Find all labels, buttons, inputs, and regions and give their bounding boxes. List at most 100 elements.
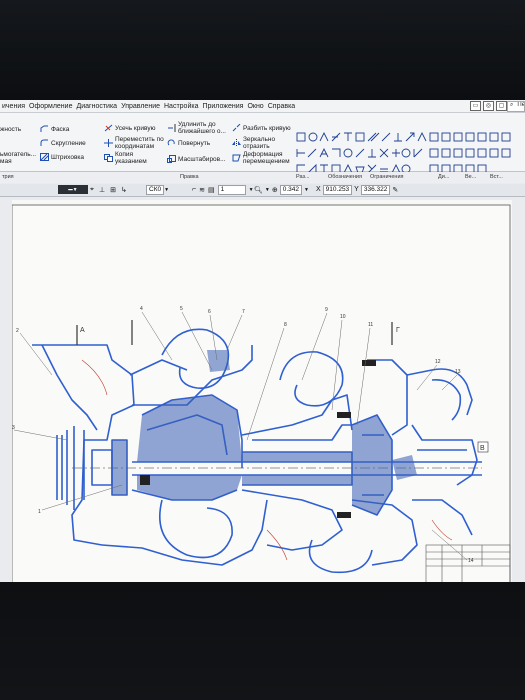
grid-toggle-icon[interactable]: ⊞ [110,186,116,194]
ortho-icon[interactable]: ⊥ [99,186,105,194]
zerkalno-button[interactable]: Зеркально отразить [232,136,294,150]
ribbon-cmd-partial-1[interactable]: жность [0,126,21,133]
pencil-icon[interactable]: ✎ [392,186,398,194]
line-tool-icon[interactable] [381,132,391,142]
chevron-down-icon: ▼ [304,186,309,193]
balloon-icon[interactable] [441,148,451,158]
report-tool-icon[interactable] [501,132,511,142]
udlinit-button[interactable]: Удлинить до ближайшего о... [167,121,233,135]
caret-tool-icon[interactable] [417,131,427,142]
dimension-linear-icon[interactable] [296,149,305,157]
leader-number-5: 5 [180,306,183,312]
table-tool-icon[interactable] [355,132,365,142]
perpendicular-tool-icon[interactable] [344,132,352,141]
chevron-down-icon: ▼ [264,186,270,193]
chevron-down-icon: ▼ [164,186,170,193]
window-buttons: ▭ ◎ ▢ [470,101,507,111]
ribbon-cmd-partial-2[interactable]: ьмогатель... мая [0,151,36,165]
dimension-radius-icon[interactable] [355,148,365,158]
library-tool-icon[interactable] [489,132,499,142]
group-label-vst[interactable]: Вст... [490,174,503,180]
turbocharger-section-drawing: 2 3 1 4 5 6 7 8 9 10 11 12 13 14 А Г В [12,204,511,582]
spec-tool-icon[interactable] [465,132,475,142]
roughness-icon[interactable] [413,148,423,158]
macro-icon[interactable] [501,148,511,158]
zoom-window-icon[interactable]: 🔍︎ [254,186,263,194]
text-block-icon[interactable] [453,148,463,158]
coordinate-system-icon[interactable]: ↳ [121,186,127,194]
group-label-oboznacheniya[interactable]: Обозначения [328,174,362,180]
fragment-icon[interactable] [489,148,499,158]
leader-number-8: 8 [284,322,287,328]
cad-application-window: ичения Оформление Диагностика Управление… [0,100,525,582]
zoom-field[interactable]: 0.342 [279,184,302,195]
faska-button[interactable]: Фаска [40,125,69,133]
group-label-geometriya: трия [2,174,14,180]
group-label-ogranicheniya[interactable]: Ограничения [370,174,404,180]
settings-icon[interactable]: ◎ [483,101,494,111]
deformaciya-button[interactable]: Деформация перемещением [232,151,294,165]
search-box[interactable]: ⌕ Пе [507,101,525,112]
minimize-icon[interactable]: ▭ [470,101,481,111]
menu-item-nastroyka[interactable]: Настройка [162,103,200,110]
group-label-ve[interactable]: Ве... [465,174,476,180]
center-mark-icon[interactable] [392,149,400,157]
razbit-button[interactable]: Разбить кривую [232,124,291,132]
slope-tool-icon[interactable] [367,132,380,142]
dimension-angle-icon[interactable] [319,147,329,158]
povernut-button[interactable]: Повернуть [167,139,210,147]
angle-tool-icon[interactable] [319,131,329,142]
menu-item-okno[interactable]: Окно [245,103,265,110]
usech-krivuyu-button[interactable]: Усечь кривую [104,124,155,132]
base-mark-icon[interactable] [368,149,376,158]
group-label-di[interactable]: Ди... [438,174,449,180]
position-icon[interactable] [401,148,411,158]
menu-item-oformlenie[interactable]: Оформление [27,103,74,110]
move-icon [104,139,113,147]
y-coordinate-field[interactable]: 336.322 [360,184,391,195]
x-coordinate-field[interactable]: 910.253 [322,184,353,195]
drawing-canvas[interactable]: 2 3 1 4 5 6 7 8 9 10 11 12 13 14 А Г В [12,200,512,582]
style-dropdown[interactable]: ━ ▼ [58,185,88,194]
scale-icon [167,155,176,163]
tolerance-icon[interactable] [429,148,439,158]
window-icon[interactable]: ▢ [496,101,507,111]
leader-number-9: 9 [325,307,328,313]
circle-tool-icon[interactable] [308,132,318,142]
sheet-tool-icon[interactable] [453,132,463,142]
masshtab-button[interactable]: Масштабиров... [167,155,226,163]
table-insert-icon[interactable] [465,148,475,158]
menu-item-prilozheniya[interactable]: Приложения [200,103,245,110]
zoom-icon[interactable]: ⊕ [272,186,278,194]
menu-item-truncated[interactable]: ичения [0,103,27,110]
cs-field[interactable]: СК0 ▼ [146,184,170,195]
insert-tool-icon[interactable] [477,132,487,142]
skruglenie-button[interactable]: Скругление [40,139,86,147]
peremestit-button[interactable]: Переместить по координатам [104,136,166,150]
menu-item-diagnostika[interactable]: Диагностика [74,103,119,110]
menu-item-upravlenie[interactable]: Управление [119,103,162,110]
kopiya-button[interactable]: Копия указанием [104,151,166,165]
curve-icon[interactable]: ⌐ [192,186,196,193]
view-tool-icon[interactable] [429,132,439,142]
dimension-ordinate-icon[interactable] [332,148,341,157]
arrow-tool-icon[interactable] [405,132,415,142]
image-insert-icon[interactable] [477,148,487,158]
cut-line-icon[interactable] [379,148,389,158]
chamfer-icon [40,125,49,133]
dimension-aligned-icon[interactable] [307,148,317,158]
layers-icon[interactable]: ≋ [199,186,205,194]
layer-stack-icon[interactable]: ▤ [208,186,215,194]
dimension-diameter-icon[interactable] [343,148,353,158]
ribbon-group-strip: трия Правка Раз... Обозначения Ограничен… [0,172,525,183]
parallel-tool-icon[interactable] [331,132,341,142]
snap-icon[interactable]: ⌖ [90,186,94,194]
shtrikhovka-button[interactable]: Штриховка [40,153,84,161]
layer-field[interactable]: 1 [217,184,246,195]
rectangle-tool-icon[interactable] [296,132,306,142]
base-tool-icon[interactable] [394,133,402,142]
deform-icon [232,154,241,162]
group-label-razmery[interactable]: Раз... [296,174,310,180]
menu-item-spravka[interactable]: Справка [266,103,297,110]
frame-tool-icon[interactable] [441,132,451,142]
